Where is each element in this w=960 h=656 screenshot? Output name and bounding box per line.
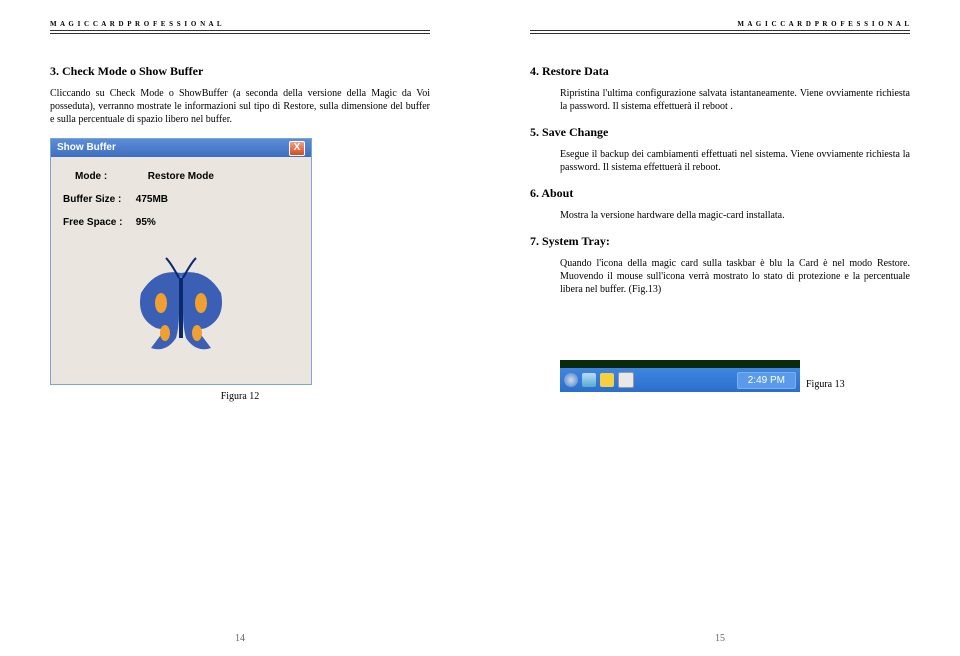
para-5: Esegue il backup dei cambiamenti effettu…: [560, 148, 910, 174]
show-buffer-window: Show Buffer X Mode : Restore Mode Buffer…: [50, 138, 312, 385]
tray-icon-shield[interactable]: [600, 373, 614, 387]
row-mode: Mode : Restore Mode: [75, 171, 299, 182]
value-size: 475MB: [136, 194, 168, 205]
close-icon[interactable]: X: [289, 141, 305, 156]
system-tray-screenshot: 2:49 PM: [560, 360, 800, 392]
titlebar: Show Buffer X: [51, 139, 311, 157]
window-title: Show Buffer: [57, 139, 116, 157]
label-free: Free Space :: [63, 217, 133, 228]
heading-4: 4. Restore Data: [530, 64, 910, 79]
heading-3: 3. Check Mode o Show Buffer: [50, 64, 430, 79]
desktop-sliver: [560, 360, 800, 368]
heading-5: 5. Save Change: [530, 125, 910, 140]
figure-12-caption: Figura 12: [50, 391, 430, 402]
left-page: M A G I C C A R D P R O F E S S I O N A …: [0, 0, 480, 656]
figure-13-caption: Figura 13: [806, 379, 845, 392]
row-free: Free Space : 95%: [63, 217, 299, 228]
para-6: Mostra la versione hardware della magic-…: [560, 209, 910, 222]
wings-logo: [63, 248, 299, 378]
value-free: 95%: [136, 217, 156, 228]
heading-6: 6. About: [530, 186, 910, 201]
page-number-left: 14: [50, 633, 430, 644]
page-header-left: M A G I C C A R D P R O F E S S I O N A …: [50, 20, 430, 31]
heading-7: 7. System Tray:: [530, 234, 910, 249]
value-mode: Restore Mode: [148, 171, 214, 182]
clock[interactable]: 2:49 PM: [737, 372, 796, 389]
label-size: Buffer Size :: [63, 194, 133, 205]
right-page: M A G I C C A R D P R O F E S S I O N A …: [480, 0, 960, 656]
tray-icon-magiccard[interactable]: [564, 373, 578, 387]
label-mode: Mode :: [75, 171, 145, 182]
para-4: Ripristina l'ultima configurazione salva…: [560, 87, 910, 113]
tray-icon-generic[interactable]: [618, 372, 634, 388]
butterfly-icon: [121, 253, 241, 373]
row-size: Buffer Size : 475MB: [63, 194, 299, 205]
tray-icon-monitor[interactable]: [582, 373, 596, 387]
page-header-right: M A G I C C A R D P R O F E S S I O N A …: [530, 20, 910, 31]
taskbar: 2:49 PM: [560, 368, 800, 392]
page-number-right: 15: [530, 633, 910, 644]
para-3: Cliccando su Check Mode o ShowBuffer (a …: [50, 87, 430, 126]
para-7: Quando l'icona della magic card sulla ta…: [560, 257, 910, 296]
